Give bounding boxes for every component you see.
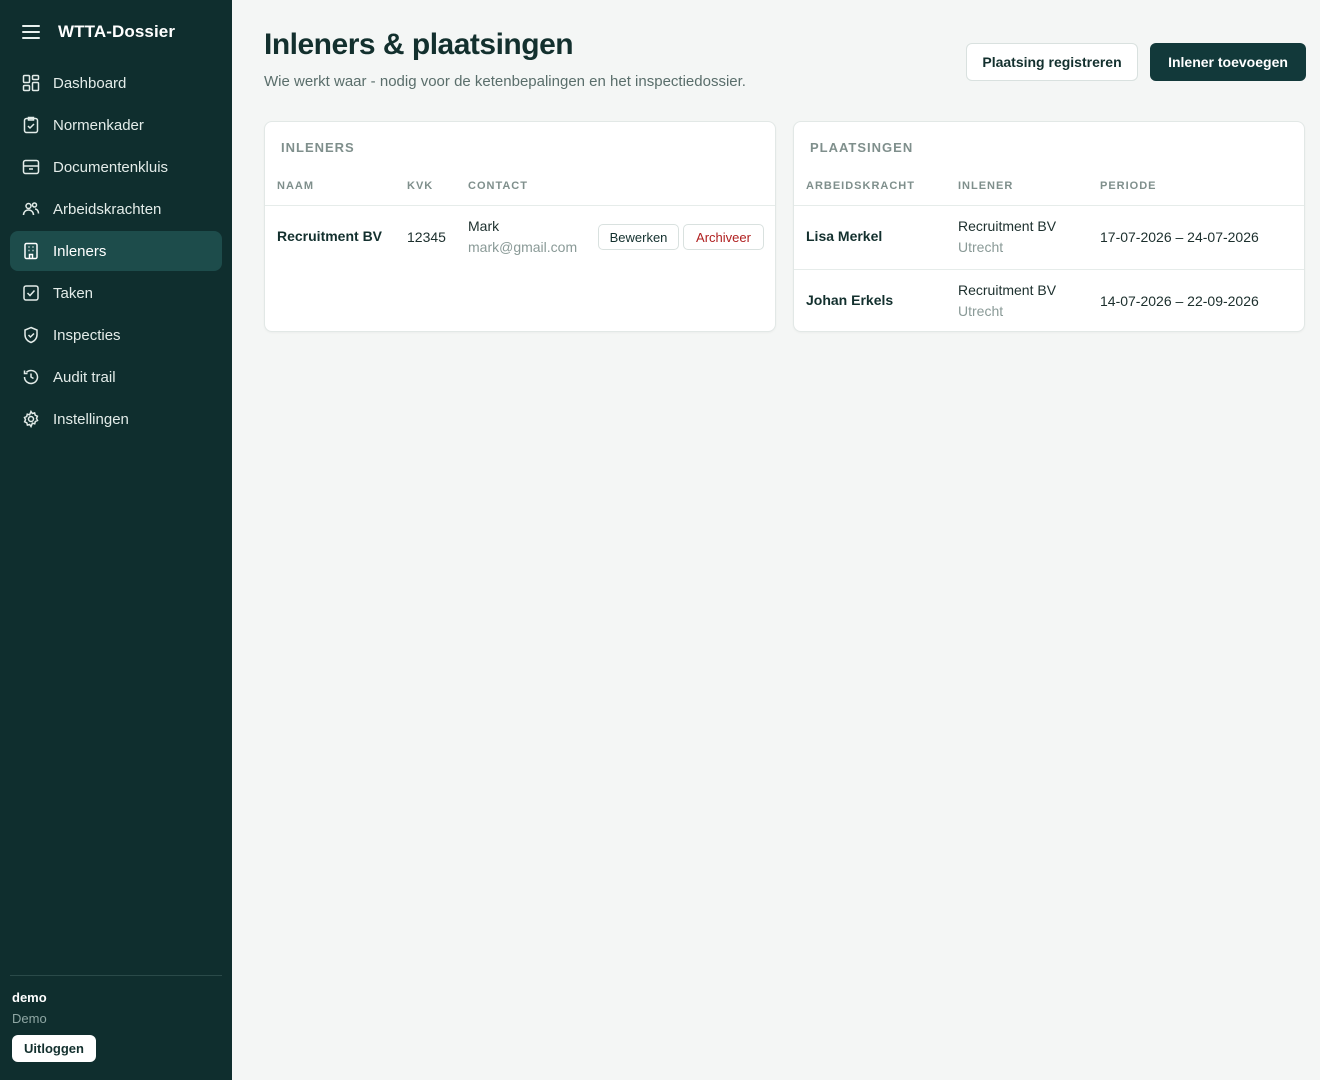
page-title: Inleners & plaatsingen xyxy=(264,28,574,61)
gear-icon xyxy=(23,410,39,428)
placement-period: 17-07-2026 – 24-07-2026 xyxy=(1100,229,1259,245)
logout-button[interactable]: Uitloggen xyxy=(12,1035,96,1062)
placement-inlener: Recruitment BV xyxy=(958,218,1057,234)
sidebar-item-label: Audit trail xyxy=(53,368,116,386)
sidebar-item-label: Taken xyxy=(53,284,94,302)
inlener-name: Recruitment BV xyxy=(277,228,383,244)
sidebar-item-normenkader[interactable]: Normenkader xyxy=(10,105,222,145)
contact-email: mark@gmail.com xyxy=(468,239,578,255)
sidebar-item-taken[interactable]: Taken xyxy=(10,273,222,313)
card-title: PLAATSINGEN xyxy=(810,140,914,155)
card-title: INLENERS xyxy=(281,140,355,155)
sidebar-item-label: Inleners xyxy=(53,242,107,260)
sidebar-item-arbeidskrachten[interactable]: Arbeidskrachten xyxy=(10,189,222,229)
placement-location: Utrecht xyxy=(958,303,1004,319)
checkbox-icon xyxy=(23,285,39,301)
history-icon xyxy=(23,369,39,385)
header-divider xyxy=(265,205,775,206)
placement-location: Utrecht xyxy=(958,239,1004,255)
edit-button[interactable]: Bewerken xyxy=(598,224,679,250)
user-organization: Demo xyxy=(12,1011,47,1026)
column-header-arbeidskracht[interactable]: ARBEIDSKRACHT xyxy=(806,180,915,192)
users-icon xyxy=(22,202,40,216)
contact-name: Mark xyxy=(468,218,500,234)
hamburger-menu-icon[interactable] xyxy=(22,25,40,39)
sidebar-item-label: Dashboard xyxy=(53,74,127,92)
sidebar-item-inspecties[interactable]: Inspecties xyxy=(10,315,222,355)
worker-name: Johan Erkels xyxy=(806,292,894,308)
sidebar-item-instellingen[interactable]: Instellingen xyxy=(10,399,222,439)
brand: WTTA-Dossier xyxy=(22,20,175,44)
sidebar-item-label: Documentenkluis xyxy=(53,158,169,176)
column-header-contact[interactable]: CONTACT xyxy=(468,180,528,192)
column-header-periode[interactable]: PERIODE xyxy=(1100,180,1157,192)
register-placement-button[interactable]: Plaatsing registreren xyxy=(966,43,1138,81)
row-divider xyxy=(794,269,1304,270)
add-inlener-button[interactable]: Inlener toevoegen xyxy=(1150,43,1306,81)
column-header-kvk[interactable]: KVK xyxy=(407,180,433,192)
sidebar-item-label: Arbeidskrachten xyxy=(53,200,162,218)
sidebar-item-dashboard[interactable]: Dashboard xyxy=(10,63,222,103)
sidebar-item-label: Normenkader xyxy=(53,116,144,134)
user-panel: demo Demo Uitloggen xyxy=(10,975,222,1062)
sidebar: WTTA-Dossier Dashboard Normenkader Docum… xyxy=(0,0,232,1080)
page-subtitle: Wie werkt waar - nodig voor de ketenbepa… xyxy=(264,73,746,90)
column-header-naam[interactable]: NAAM xyxy=(277,180,314,192)
worker-name: Lisa Merkel xyxy=(806,228,883,244)
sidebar-item-label: Inspecties xyxy=(53,326,121,344)
dashboard-icon xyxy=(22,74,40,92)
app-name: WTTA-Dossier xyxy=(58,22,176,41)
sidebar-item-audit-trail[interactable]: Audit trail xyxy=(10,357,222,397)
building-icon xyxy=(24,242,38,260)
sidebar-item-inleners[interactable]: Inleners xyxy=(10,231,222,271)
clipboard-check-icon xyxy=(23,116,39,134)
placement-period: 14-07-2026 – 22-09-2026 xyxy=(1100,293,1259,309)
plaatsingen-card: PLAATSINGEN ARBEIDSKRACHT INLENER PERIOD… xyxy=(793,121,1305,332)
archive-button[interactable]: Archiveer xyxy=(683,224,764,250)
archive-box-icon xyxy=(22,159,40,175)
sidebar-nav: Dashboard Normenkader Documentenkluis Ar… xyxy=(10,63,222,441)
sidebar-item-documentenkluis[interactable]: Documentenkluis xyxy=(10,147,222,187)
column-header-inlener[interactable]: INLENER xyxy=(958,180,1013,192)
inlener-kvk: 12345 xyxy=(407,229,446,245)
user-name: demo xyxy=(12,990,47,1005)
header-divider xyxy=(794,205,1304,206)
placement-inlener: Recruitment BV xyxy=(958,282,1057,298)
inleners-card: INLENERS NAAM KVK CONTACT Recruitment BV… xyxy=(264,121,776,332)
sidebar-item-label: Instellingen xyxy=(53,410,129,428)
shield-check-icon xyxy=(24,326,38,344)
